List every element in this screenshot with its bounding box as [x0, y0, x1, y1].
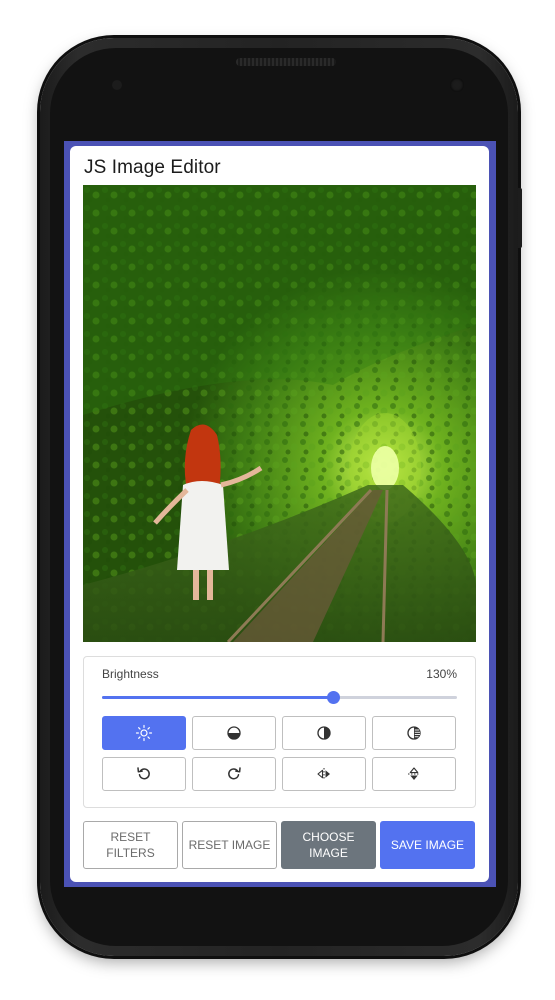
inversion-button[interactable]	[282, 716, 366, 750]
inversion-icon	[317, 726, 331, 740]
flip-horizontal-button[interactable]	[282, 757, 366, 791]
saturation-icon	[227, 726, 241, 740]
flip-vertical-icon	[408, 767, 420, 780]
phone-screen: JS Image Editor Brightness 130% RESET FI…	[64, 141, 496, 887]
filter-panel: Brightness 130%	[83, 656, 476, 808]
saturation-button[interactable]	[192, 716, 276, 750]
sensor-dot	[112, 80, 122, 90]
flip-vertical-button[interactable]	[372, 757, 456, 791]
volume-button	[518, 188, 522, 248]
action-buttons: RESET FILTERS RESET IMAGE CHOOSE IMAGE S…	[83, 821, 477, 869]
slider-fill	[102, 696, 333, 699]
rotate-right-icon	[228, 767, 241, 780]
speaker-grille	[236, 58, 336, 66]
grayscale-icon	[407, 726, 421, 740]
reset-image-button[interactable]: RESET IMAGE	[182, 821, 277, 869]
reset-filters-button[interactable]: RESET FILTERS	[83, 821, 178, 869]
flip-horizontal-icon	[317, 768, 330, 780]
filter-slider[interactable]	[102, 691, 457, 704]
rotate-right-button[interactable]	[192, 757, 276, 791]
slider-thumb[interactable]	[326, 691, 340, 704]
rotate-left-button[interactable]	[102, 757, 186, 791]
grayscale-button[interactable]	[372, 716, 456, 750]
rotate-left-icon	[137, 767, 150, 780]
page-title: JS Image Editor	[84, 157, 221, 178]
filter-name-label: Brightness	[102, 667, 159, 681]
filter-value-label: 130%	[426, 667, 457, 681]
forest-tunnel-photo	[83, 185, 476, 642]
choose-image-button[interactable]: CHOOSE IMAGE	[281, 821, 376, 869]
preview-image	[83, 185, 476, 642]
tool-buttons	[102, 716, 458, 791]
brightness-button[interactable]	[102, 716, 186, 750]
save-image-button[interactable]: SAVE IMAGE	[380, 821, 475, 869]
editor-card: JS Image Editor Brightness 130% RESET FI…	[70, 146, 489, 882]
front-camera	[450, 78, 464, 92]
brightness-icon	[135, 724, 153, 742]
